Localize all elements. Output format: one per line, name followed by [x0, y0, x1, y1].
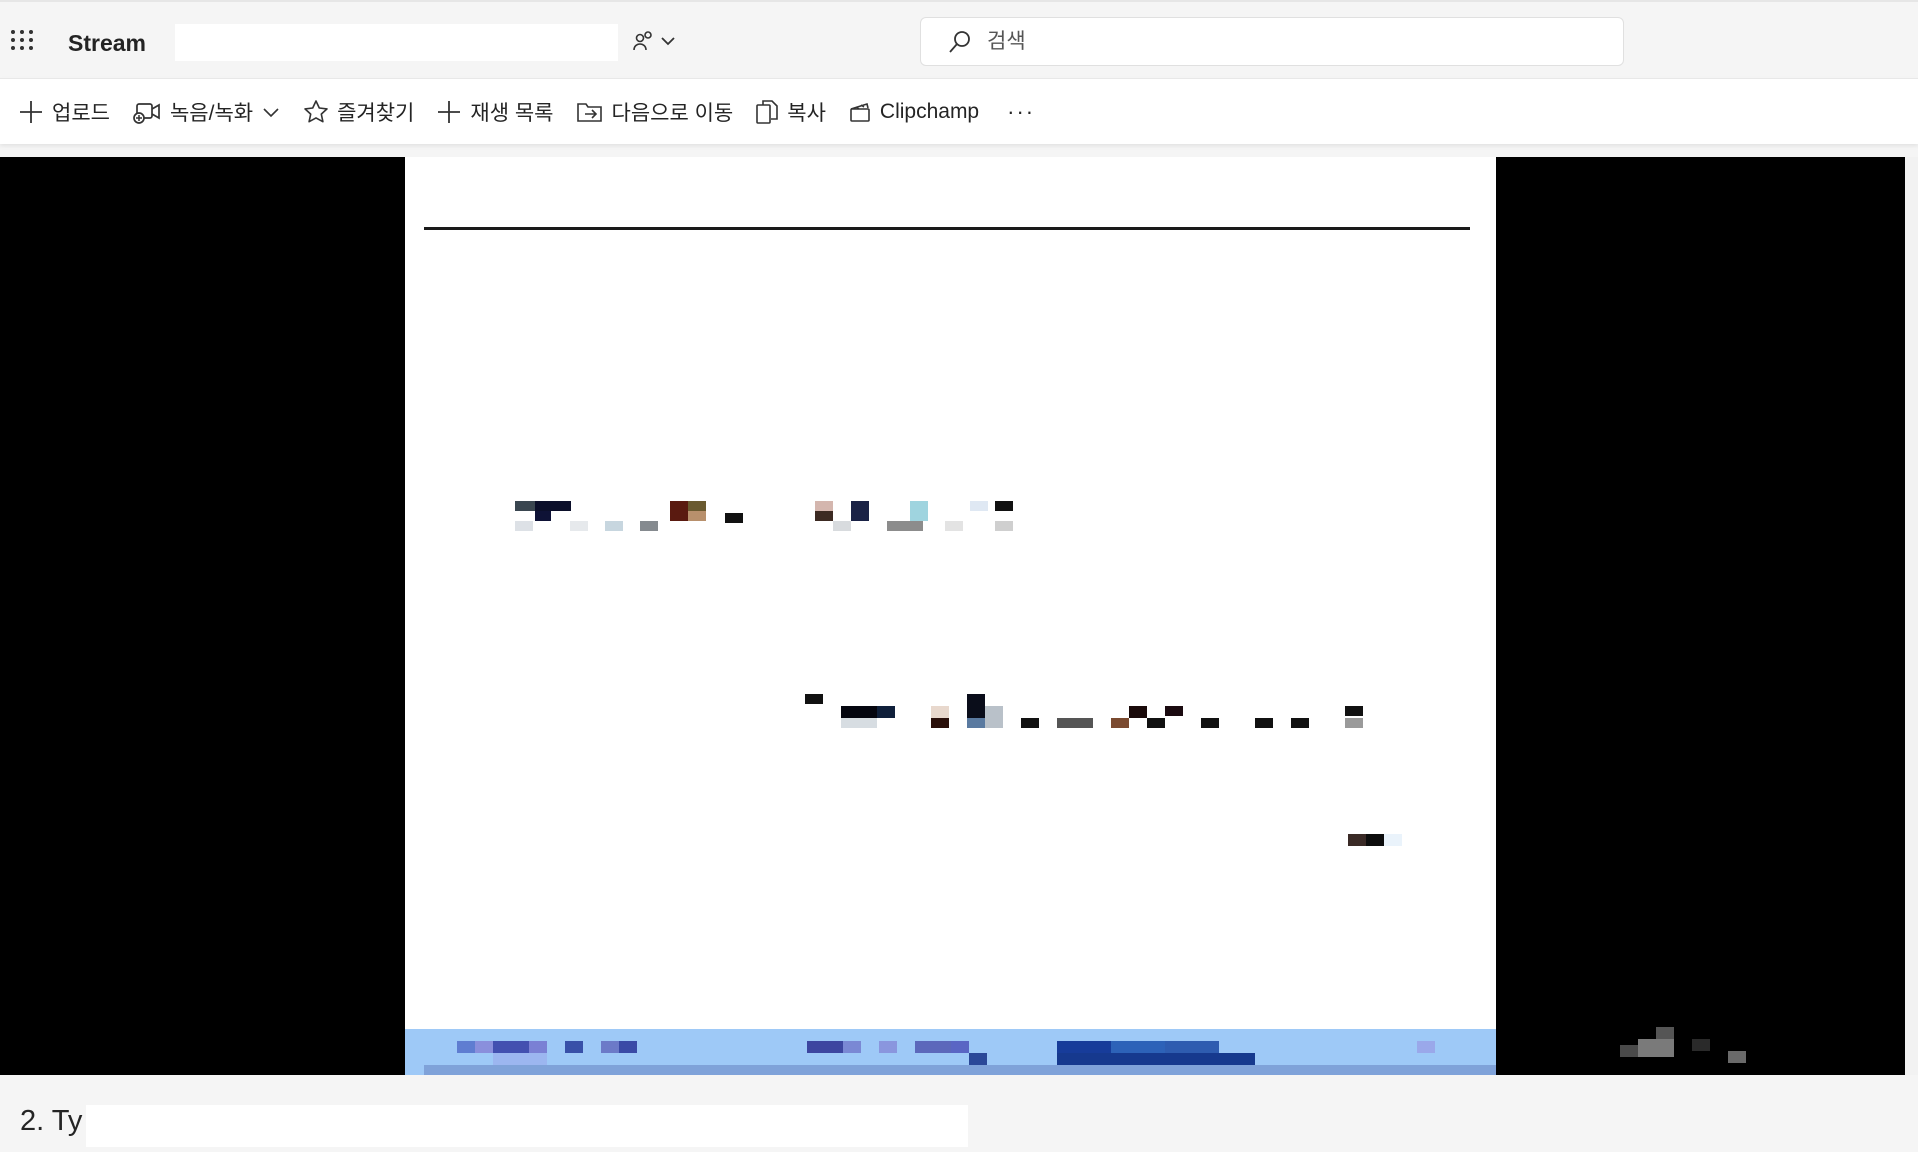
video-details: 2. Ty	[0, 1075, 1918, 1152]
video-slide-frame	[405, 157, 1496, 1075]
video-record-icon	[133, 102, 160, 124]
move-to-label: 다음으로 이동	[611, 101, 734, 125]
clipchamp-button[interactable]: Clipchamp	[848, 90, 979, 134]
record-button[interactable]: 녹음/녹화	[132, 90, 281, 134]
top-bar: Stream	[0, 0, 1918, 78]
clipchamp-label: Clipchamp	[879, 99, 980, 123]
favorite-label: 즐겨찾기	[337, 101, 415, 125]
pixelated-text-block	[515, 501, 1013, 531]
app-launcher-icon[interactable]	[8, 26, 36, 54]
star-icon	[304, 99, 328, 122]
upload-label: 업로드	[52, 101, 110, 125]
plus-icon	[20, 100, 42, 123]
pixelated-text-block	[1348, 834, 1402, 846]
right-edge	[1905, 157, 1918, 1075]
pixelated-footer-text	[457, 1041, 1457, 1065]
share-button[interactable]	[632, 24, 682, 58]
pixelated-text-block	[805, 694, 1415, 730]
playlist-label: 재생 목록	[470, 101, 554, 125]
folder-move-icon	[576, 102, 602, 122]
video-player[interactable]	[0, 157, 1905, 1075]
slide-divider	[424, 227, 1470, 230]
chevron-down-icon	[661, 37, 675, 46]
favorite-button[interactable]: 즐겨찾기	[303, 90, 414, 134]
chevron-down-icon	[263, 107, 279, 117]
move-to-button[interactable]: 다음으로 이동	[576, 90, 734, 134]
search-input[interactable]	[987, 29, 1587, 54]
copy-label: 복사	[787, 101, 826, 125]
slide-footer-bar	[405, 1029, 1496, 1075]
plus-icon	[438, 100, 461, 123]
record-label: 녹음/녹화	[169, 101, 254, 125]
search-icon	[949, 30, 970, 53]
people-share-icon	[633, 31, 652, 51]
video-title-prefix: 2. Ty	[20, 1105, 83, 1137]
copy-icon	[756, 99, 779, 124]
app-name[interactable]: Stream	[68, 30, 146, 57]
copy-button[interactable]: 복사	[755, 90, 826, 134]
video-name-field[interactable]	[175, 24, 618, 61]
more-options-button[interactable]: ···	[1007, 90, 1035, 134]
video-title-input[interactable]	[86, 1105, 968, 1147]
search-box[interactable]	[920, 17, 1624, 66]
upload-button[interactable]: 업로드	[18, 90, 110, 134]
clapperboard-icon	[850, 102, 870, 122]
add-to-playlist-button[interactable]: 재생 목록	[436, 90, 554, 134]
slide-footer-stripe	[424, 1065, 1496, 1075]
pixelated-logo	[1620, 1027, 1760, 1075]
command-bar: 업로드 녹음/녹화 즐겨찾기 재생 목록 다음으로 이동 복사 Clipcham…	[0, 78, 1918, 144]
